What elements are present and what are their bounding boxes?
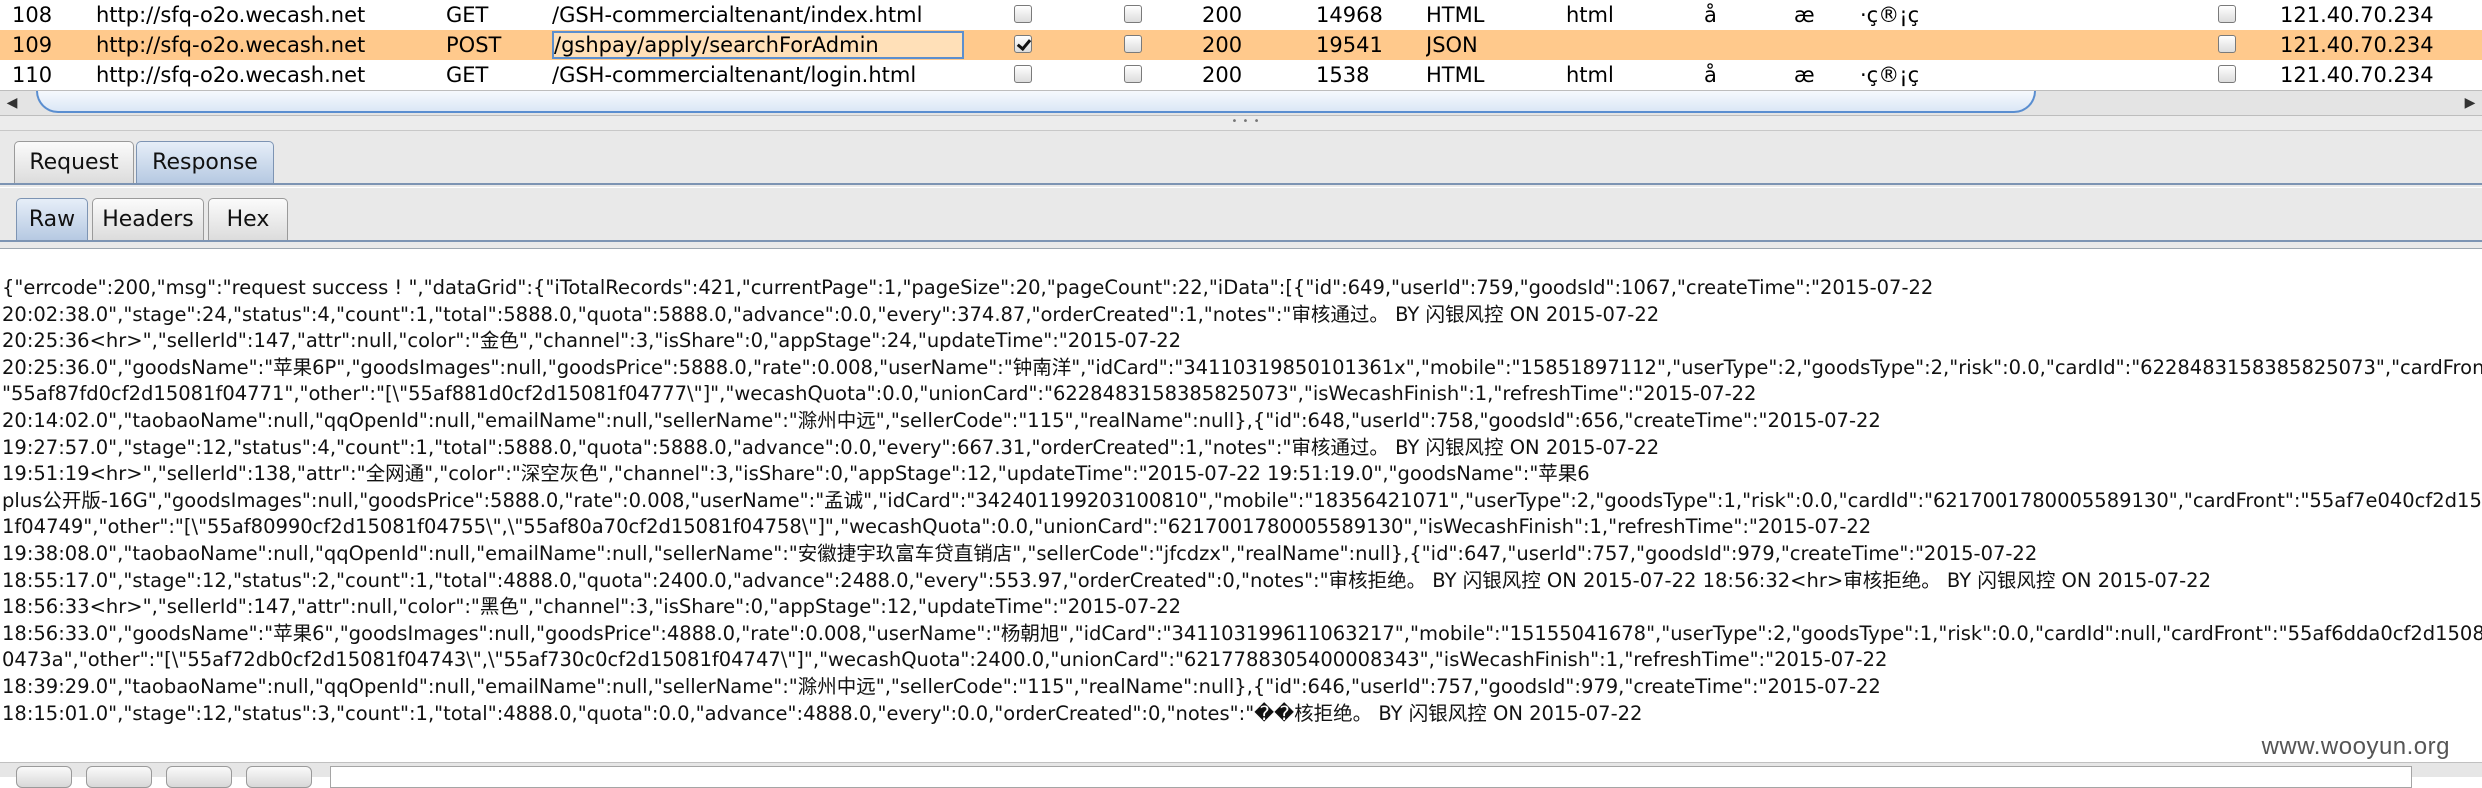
- comment-checkbox[interactable]: [2218, 5, 2236, 23]
- row-host: http://sfq-o2o.wecash.net: [96, 3, 366, 27]
- raw-text-line: 20:02:38.0","stage":24,"status":4,"count…: [2, 302, 1660, 326]
- row-ip: 121.40.70.234: [2280, 63, 2434, 87]
- row-url: /gshpay/apply/searchForAdmin: [552, 31, 964, 59]
- tab-response[interactable]: Response: [136, 141, 274, 183]
- scroll-left-icon[interactable]: ◀: [0, 91, 24, 115]
- row-mime-type: JSON: [1426, 33, 1478, 57]
- row-ip: 121.40.70.234: [2280, 33, 2434, 57]
- raw-text-line: 0473a","other":"[\"55af72db0cf2d15081f04…: [2, 648, 1888, 672]
- watermark: www.wooyun.org: [2261, 733, 2450, 760]
- tab-raw[interactable]: Raw: [16, 198, 88, 240]
- row-url: /GSH-commercialtenant/index.html: [552, 3, 923, 27]
- row-length: 1538: [1316, 63, 1370, 87]
- raw-text-line: 19:27:57.0","stage":12,"status":4,"count…: [2, 435, 1660, 459]
- row-extension: html: [1566, 3, 1614, 27]
- row-number: 108: [12, 3, 53, 27]
- row-number: 110: [12, 63, 53, 87]
- row-host: http://sfq-o2o.wecash.net: [96, 63, 366, 87]
- scrollbar-thumb[interactable]: [36, 91, 2036, 113]
- next-button[interactable]: [246, 766, 312, 788]
- comment-checkbox[interactable]: [2218, 65, 2236, 83]
- row-ip: 121.40.70.234: [2280, 3, 2434, 27]
- row-status: 200: [1202, 3, 1243, 27]
- tab-headers[interactable]: Headers: [92, 198, 204, 240]
- scroll-right-icon[interactable]: ▶: [2458, 91, 2482, 115]
- tab-underline: [0, 183, 2482, 185]
- row-status: 200: [1202, 33, 1243, 57]
- raw-text-line: {"errcode":200,"msg":"request success ! …: [2, 276, 1934, 299]
- row-title: ·ç®¡ç: [1860, 63, 1920, 87]
- tab-underline: [0, 240, 2482, 242]
- message-tabbar: Request Response: [0, 131, 2482, 187]
- row-length: 14968: [1316, 3, 1383, 27]
- divider-grip-icon[interactable]: • • •: [1226, 117, 1266, 127]
- row-method: POST: [446, 33, 502, 57]
- help-button[interactable]: [16, 766, 72, 788]
- raw-text-line: 19:38:08.0","taobaoName":null,"qqOpenId"…: [2, 542, 2038, 565]
- row-number: 109: [12, 33, 53, 57]
- params-checkbox[interactable]: [1014, 5, 1032, 23]
- row-length: 19541: [1316, 33, 1383, 57]
- comment-checkbox[interactable]: [2218, 35, 2236, 53]
- raw-response-body[interactable]: {"errcode":200,"msg":"request success ! …: [0, 252, 2482, 762]
- row-title: å: [1704, 3, 1717, 27]
- params-checkbox[interactable]: [1014, 35, 1032, 53]
- raw-text-line: 18:55:17.0","stage":12,"status":2,"count…: [2, 568, 2211, 592]
- raw-text-line: 18:39:29.0","taobaoName":null,"qqOpenId"…: [2, 675, 1881, 698]
- raw-text-line: 1f04749","other":"[\"55af80990cf2d15081f…: [2, 515, 1872, 539]
- row-host: http://sfq-o2o.wecash.net: [96, 33, 366, 57]
- row-status: 200: [1202, 63, 1243, 87]
- tab-hex[interactable]: Hex: [208, 198, 288, 240]
- add-button[interactable]: [166, 766, 232, 788]
- edited-checkbox[interactable]: [1124, 35, 1142, 53]
- raw-text-line: plus公开版-16G","goodsImages":null,"goodsPr…: [2, 488, 2482, 512]
- row-title: æ: [1794, 63, 1815, 87]
- table-row[interactable]: 110 http://sfq-o2o.wecash.net GET/GSH-comm…: [0, 60, 2482, 90]
- history-horizontal-scrollbar[interactable]: ◀ ▶: [0, 90, 2482, 116]
- raw-text-line: 20:14:02.0","taobaoName":null,"qqOpenId"…: [2, 409, 1881, 432]
- raw-text-line: 18:56:33.0","goodsName":"苹果6","goodsImag…: [2, 621, 2482, 645]
- tab-request[interactable]: Request: [14, 141, 134, 183]
- raw-text-line: "55af87fd0cf2d15081f04771","other":"[\"5…: [2, 382, 1757, 406]
- params-checkbox[interactable]: [1014, 65, 1032, 83]
- search-bar: [0, 762, 2482, 788]
- row-extension: html: [1566, 63, 1614, 87]
- raw-text-line: 20:25:36<hr>","sellerId":147,"attr":null…: [2, 329, 1182, 353]
- row-mime-type: HTML: [1426, 3, 1485, 27]
- row-url: /GSH-commercialtenant/login.html: [552, 63, 917, 87]
- raw-text-line: 19:51:19<hr>","sellerId":138,"attr":"全网通…: [2, 462, 1590, 486]
- edited-checkbox[interactable]: [1124, 65, 1142, 83]
- raw-text-line: 18:56:33<hr>","sellerId":147,"attr":null…: [2, 595, 1182, 619]
- row-title: ·ç®¡ç: [1860, 3, 1920, 27]
- row-method: GET: [446, 3, 489, 27]
- row-title: å: [1704, 63, 1717, 87]
- view-tabbar: Raw Headers Hex: [0, 188, 2482, 249]
- row-method: GET: [446, 63, 489, 87]
- previous-button[interactable]: [86, 766, 152, 788]
- row-title: æ: [1794, 3, 1815, 27]
- row-mime-type: HTML: [1426, 63, 1485, 87]
- raw-text-line: 18:15:01.0","stage":12,"status":3,"count…: [2, 701, 1643, 725]
- table-row[interactable]: 109 http://sfq-o2o.wecash.net POST/gshpay/…: [0, 30, 2482, 60]
- raw-text-line: 20:25:36.0","goodsName":"苹果6P","goodsIma…: [2, 355, 2482, 379]
- edited-checkbox[interactable]: [1124, 5, 1142, 23]
- table-row[interactable]: 108 http://sfq-o2o.wecash.net GET/GSH-comm…: [0, 0, 2482, 30]
- search-input[interactable]: [330, 766, 2412, 788]
- split-pane-divider[interactable]: • • •: [0, 116, 2482, 131]
- proxy-history-table: 108 http://sfq-o2o.wecash.net GET/GSH-comm…: [0, 0, 2482, 90]
